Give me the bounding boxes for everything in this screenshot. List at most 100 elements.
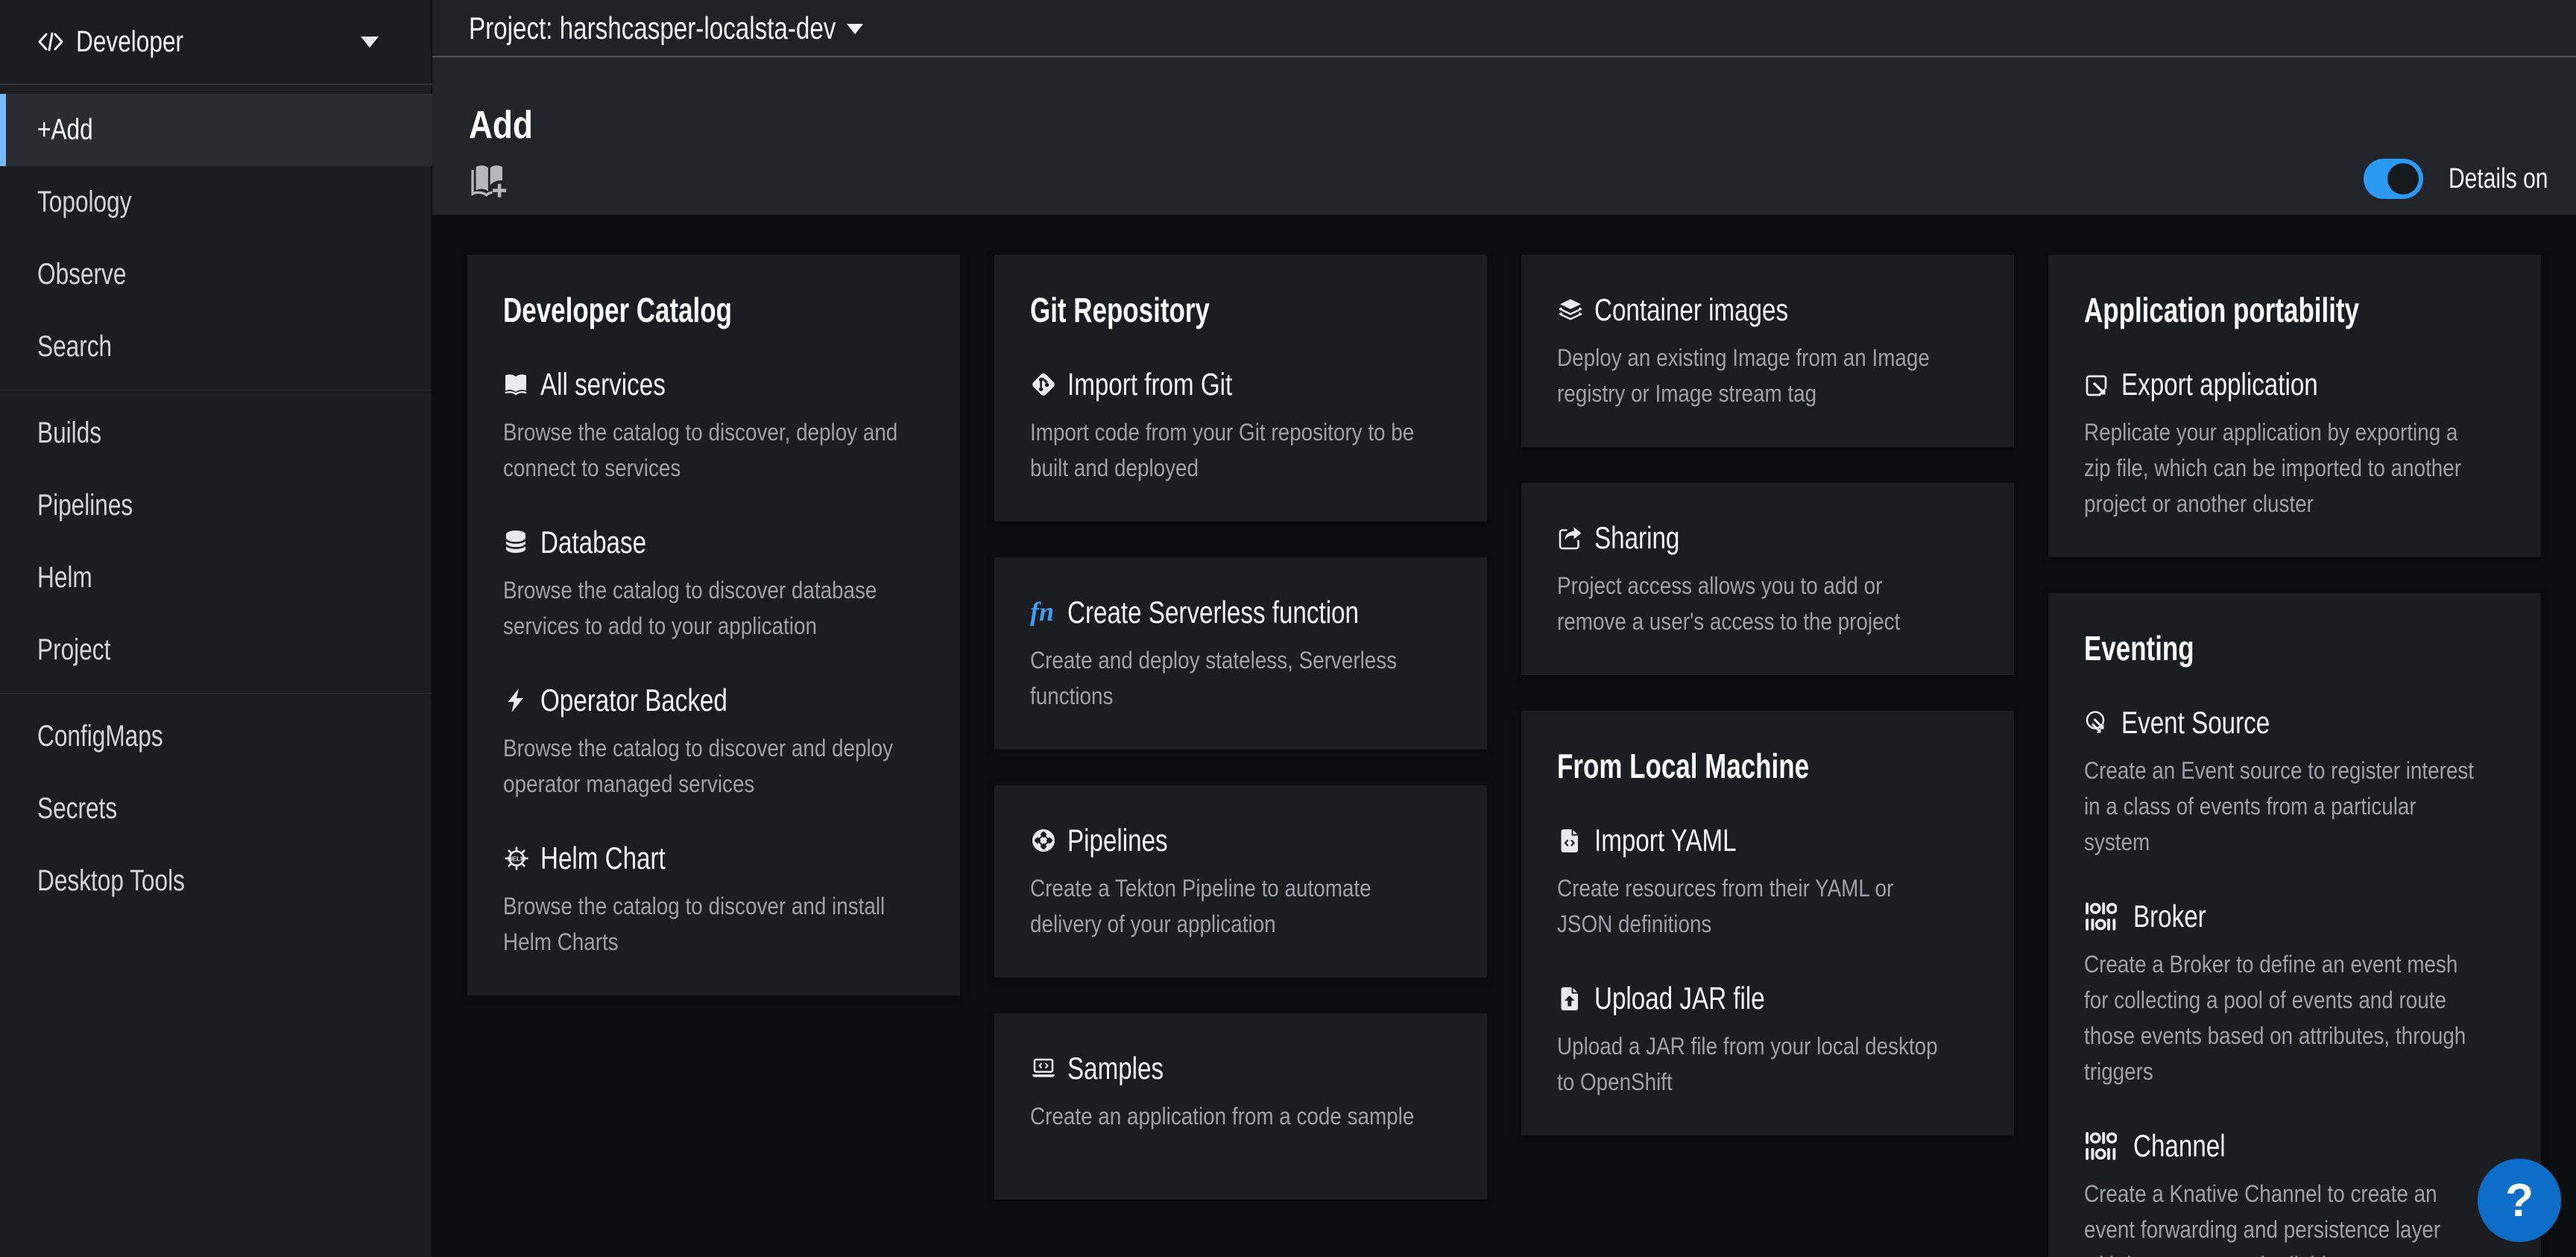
item-title: Samples	[1067, 1049, 1189, 1088]
item-title: Export application	[2121, 365, 2370, 404]
item-description: Create a Knative Channel to create an ev…	[2084, 1176, 2505, 1257]
sidebar-item-add[interactable]: +Add	[0, 94, 432, 166]
sidebar-item-builds[interactable]: Builds	[0, 397, 432, 469]
item-description: Create and deploy stateless, Serverless …	[1030, 642, 1451, 714]
catalog-item-helm-chart[interactable]: Helm Chart Browse the catalog to discove…	[503, 839, 924, 960]
file-code-icon	[1557, 827, 1594, 854]
event-source-icon	[2084, 710, 2121, 735]
channel-binary-icon	[2084, 1130, 2133, 1162]
switch-knob	[2387, 163, 2419, 194]
details-toggle-group: Details on	[2364, 159, 2542, 199]
item-description: Replicate your application by exporting …	[2084, 414, 2505, 522]
catalog-item-sharing[interactable]: Sharing Project access allows you to add…	[1557, 519, 1978, 639]
catalog-item-database[interactable]: Database Browse the catalog to discover …	[503, 523, 924, 644]
pipelines-icon	[1030, 827, 1067, 854]
sidebar-item-project[interactable]: Project	[0, 614, 432, 686]
card-git-repository: Git Repository Import from Git Import co…	[994, 255, 1487, 522]
git-icon	[1030, 371, 1067, 398]
item-description: Create an application from a code sample	[1030, 1098, 1451, 1134]
catalog-item-all-services[interactable]: All services Browse the catalog to disco…	[503, 365, 924, 486]
catalog-item-channel[interactable]: Channel Create a Knative Channel to crea…	[2084, 1127, 2505, 1257]
item-description: Project access allows you to add or remo…	[1557, 568, 1978, 639]
book-icon	[503, 371, 540, 398]
catalog-item-upload-jar-file[interactable]: Upload JAR file Upload a JAR file from y…	[1557, 979, 1978, 1100]
chevron-down-icon	[847, 24, 863, 34]
sidebar: Developer +Add Topology Observe Search B…	[0, 0, 432, 1257]
page-title: Add	[469, 102, 533, 148]
catalog-item-broker[interactable]: Broker Create a Broker to define an even…	[2084, 897, 2505, 1089]
item-description: Create an Event source to register inter…	[2084, 753, 2505, 860]
card-title: From Local Machine	[1557, 747, 1877, 785]
item-description: Browse the catalog to discover and insta…	[503, 888, 924, 960]
item-title: Import from Git	[1067, 365, 1276, 404]
item-title: All services	[540, 365, 698, 404]
item-description: Import code from your Git repository to …	[1030, 414, 1451, 486]
code-icon	[37, 28, 64, 55]
sidebar-item-desktop-tools[interactable]: Desktop Tools	[0, 845, 432, 917]
item-title: Upload JAR file	[1594, 979, 1810, 1018]
item-description: Create a Tekton Pipeline to automate del…	[1030, 870, 1451, 942]
details-switch[interactable]	[2364, 159, 2423, 199]
catalog-item-pipelines[interactable]: Pipelines Create a Tekton Pipeline to au…	[1030, 821, 1451, 942]
catalog-item-export-application[interactable]: Export application Replicate your applic…	[2084, 365, 2505, 522]
bolt-icon	[503, 687, 540, 714]
item-title: Database	[540, 523, 675, 562]
card-from-local-machine: From Local Machine Import YAML Create re…	[1521, 711, 2014, 1136]
sidebar-item-secrets[interactable]: Secrets	[0, 773, 432, 845]
catalog-item-import-yaml[interactable]: Import YAML Create resources from their …	[1557, 821, 1978, 942]
item-title: Pipelines	[1067, 821, 1194, 860]
sidebar-item-observe[interactable]: Observe	[0, 238, 432, 311]
database-icon	[503, 529, 540, 556]
samples-laptop-icon	[1030, 1055, 1067, 1082]
card-pipelines: Pipelines Create a Tekton Pipeline to au…	[994, 785, 1487, 978]
card-column-3: Container images Deploy an existing Imag…	[1521, 255, 2014, 1171]
catalog-item-operator-backed[interactable]: Operator Backed Browse the catalog to di…	[503, 681, 924, 802]
help-button[interactable]: ?	[2478, 1159, 2561, 1242]
serverless-fn-icon	[1030, 599, 1067, 626]
catalog-item-event-source[interactable]: Event Source Create an Event source to r…	[2084, 703, 2505, 860]
sidebar-item-search[interactable]: Search	[0, 311, 432, 383]
sidebar-item-topology[interactable]: Topology	[0, 166, 432, 238]
item-description: Browse the catalog to discover and deplo…	[503, 730, 924, 802]
card-title: Application portability	[2084, 291, 2404, 329]
item-title: Container images	[1594, 291, 1840, 329]
item-title: Create Serverless function	[1067, 593, 1436, 632]
quick-starts-book-plus-icon[interactable]	[469, 159, 509, 200]
page-header: Add Details on	[432, 57, 2576, 215]
chevron-down-icon	[361, 37, 379, 48]
file-upload-icon	[1557, 985, 1594, 1012]
add-page-content: Developer Catalog All services Browse th…	[432, 215, 2576, 1257]
catalog-item-create-serverless-function[interactable]: Create Serverless function Create and de…	[1030, 593, 1451, 714]
perspective-switcher[interactable]: Developer	[0, 0, 432, 85]
item-title: Operator Backed	[540, 681, 777, 720]
catalog-item-import-from-git[interactable]: Import from Git Import code from your Gi…	[1030, 365, 1451, 486]
card-title: Git Repository	[1030, 291, 1350, 329]
sidebar-nav: +Add Topology Observe Search Builds Pipe…	[0, 85, 432, 917]
share-icon	[1557, 525, 1594, 551]
card-column-1: Developer Catalog All services Browse th…	[467, 255, 960, 1031]
item-description: Deploy an existing Image from an Image r…	[1557, 340, 1978, 411]
item-description: Upload a JAR file from your local deskto…	[1557, 1028, 1978, 1100]
card-column-4: Application portability Export applicati…	[2048, 255, 2541, 1257]
nav-divider	[0, 693, 432, 694]
item-title: Import YAML	[1594, 821, 1774, 860]
item-title: Broker	[2133, 897, 2226, 936]
item-description: Browse the catalog to discover, deploy a…	[503, 414, 924, 486]
broker-binary-icon	[2084, 901, 2133, 932]
card-application-portability: Application portability Export applicati…	[2048, 255, 2541, 557]
sidebar-item-helm[interactable]: Helm	[0, 542, 432, 614]
item-description: Create a Broker to define an event mesh …	[2084, 946, 2505, 1089]
item-title: Event Source	[2121, 703, 2309, 742]
sidebar-item-pipelines[interactable]: Pipelines	[0, 469, 432, 542]
helm-chart-icon	[503, 845, 540, 872]
card-container-images: Container images Deploy an existing Imag…	[1521, 255, 2014, 447]
details-toggle-label: Details on	[2449, 163, 2542, 195]
sidebar-item-configmaps[interactable]: ConfigMaps	[0, 700, 432, 773]
card-serverless-function: Create Serverless function Create and de…	[994, 557, 1487, 750]
item-description: Create resources from their YAML or JSON…	[1557, 870, 1978, 942]
project-selector[interactable]: Project: harshcasper-localsta-dev	[469, 10, 933, 46]
catalog-item-container-images[interactable]: Container images Deploy an existing Imag…	[1557, 291, 1978, 411]
perspective-label: Developer	[76, 25, 212, 59]
card-title: Eventing	[2084, 629, 2404, 668]
catalog-item-samples[interactable]: Samples Create an application from a cod…	[1030, 1049, 1451, 1134]
